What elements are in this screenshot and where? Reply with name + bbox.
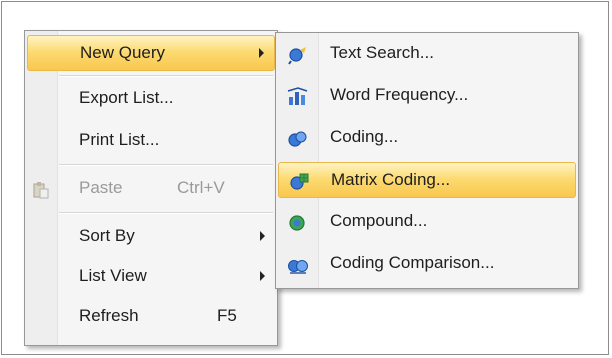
menu-item-label: Paste: [79, 178, 123, 197]
submenu-item-coding[interactable]: Coding...: [278, 120, 576, 156]
menu-item-label: Matrix Coding...: [331, 170, 451, 189]
menu-item-label: List View: [79, 266, 147, 285]
menu-item-new-query[interactable]: New Query: [27, 35, 275, 71]
menu-item-shortcut: Ctrl+V: [177, 178, 225, 197]
submenu-item-compound[interactable]: Compound...: [278, 204, 576, 240]
menu-item-label: Compound...: [330, 211, 428, 230]
submenu-item-word-frequency[interactable]: Word Frequency...: [278, 78, 576, 114]
menu-item-paste[interactable]: Paste Ctrl+V: [27, 171, 275, 207]
submenu-item-coding-comparison[interactable]: Coding Comparison...: [278, 246, 576, 282]
new-query-submenu: Text Search... Word Frequency... Coding.…: [275, 32, 579, 289]
submenu-arrow-icon: [259, 48, 264, 58]
word-frequency-query-icon: [287, 87, 308, 105]
menu-item-label: New Query: [80, 43, 166, 62]
text-search-query-icon: [288, 47, 306, 65]
paste-icon: [33, 182, 49, 199]
menu-item-sort-by[interactable]: Sort By: [27, 219, 275, 255]
context-menu: New Query Export List... Print List... P…: [24, 30, 278, 346]
menu-item-shortcut: F5: [217, 306, 237, 325]
menu-item-print-list[interactable]: Print List...: [27, 123, 275, 159]
coding-query-icon: [288, 131, 307, 147]
menu-item-label: Text Search...: [330, 43, 434, 62]
menu-item-label: Coding...: [330, 127, 399, 146]
menu-separator: [59, 212, 273, 214]
menu-separator: [59, 75, 273, 77]
menu-item-refresh[interactable]: Refresh F5: [27, 299, 275, 335]
compound-query-icon: [289, 215, 305, 231]
matrix-coding-query-icon: [290, 173, 309, 190]
submenu-item-matrix-coding[interactable]: Matrix Coding...: [278, 162, 576, 198]
menu-item-export-list[interactable]: Export List...: [27, 81, 275, 117]
menu-item-label: Refresh: [79, 306, 139, 325]
submenu-item-text-search[interactable]: Text Search...: [278, 36, 576, 72]
menu-separator: [59, 164, 273, 166]
submenu-arrow-icon: [260, 231, 265, 241]
menu-item-list-view[interactable]: List View: [27, 259, 275, 295]
menu-item-label: Coding Comparison...: [330, 253, 495, 272]
menu-item-label: Word Frequency...: [330, 85, 469, 104]
submenu-arrow-icon: [260, 271, 265, 281]
menu-item-label: Sort By: [79, 226, 135, 245]
menu-item-label: Print List...: [79, 130, 160, 149]
coding-comparison-query-icon: [288, 260, 308, 274]
menu-item-label: Export List...: [79, 88, 174, 107]
